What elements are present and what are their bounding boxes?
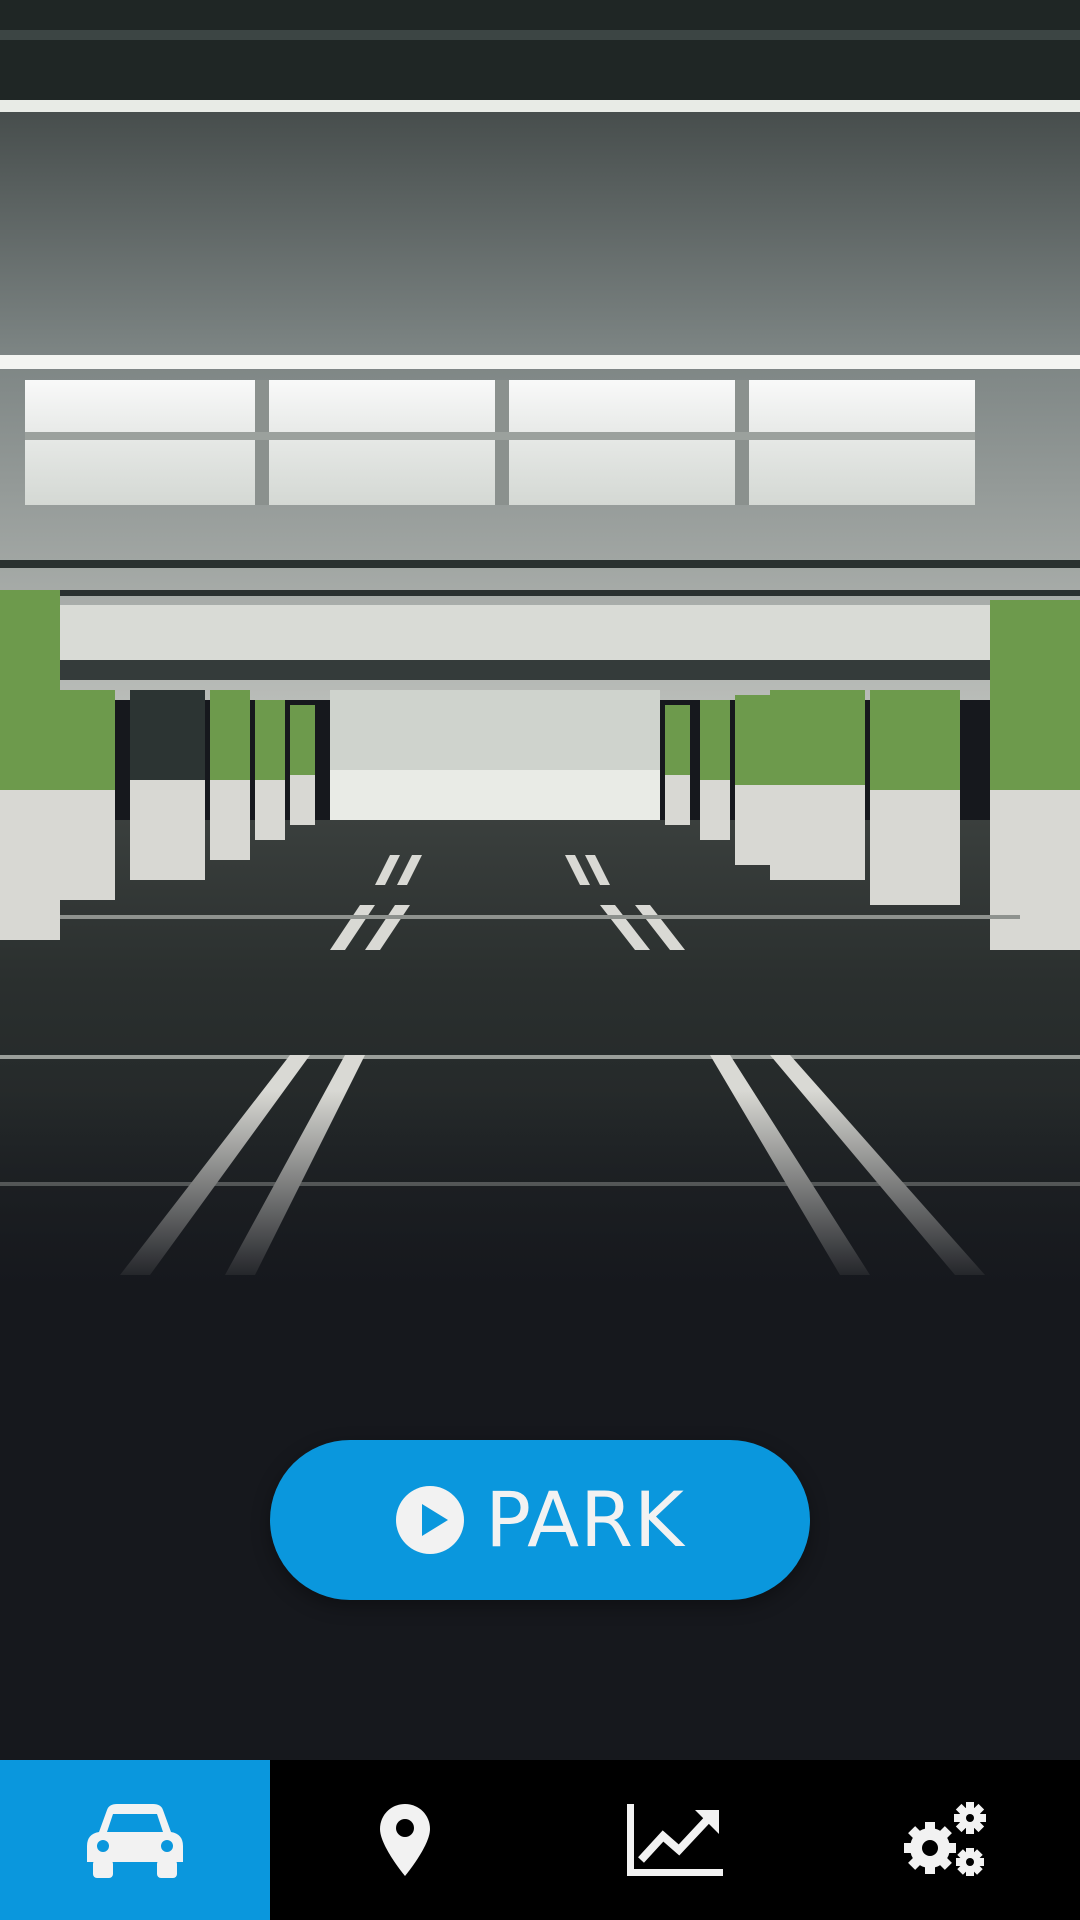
play-circle-icon	[395, 1485, 465, 1555]
park-button-label: PARK	[485, 1475, 685, 1564]
tab-settings[interactable]	[810, 1760, 1080, 1920]
tab-location[interactable]	[270, 1760, 540, 1920]
tab-stats[interactable]	[540, 1760, 810, 1920]
bottom-tab-bar	[0, 1760, 1080, 1920]
car-icon	[87, 1802, 183, 1878]
app-screen: PARK	[0, 0, 1080, 1920]
map-marker-icon	[380, 1804, 430, 1876]
gears-icon	[900, 1800, 990, 1880]
tab-car[interactable]	[0, 1760, 270, 1920]
parking-garage-photo	[0, 0, 1080, 1290]
line-chart-icon	[627, 1804, 723, 1876]
park-button[interactable]: PARK	[270, 1440, 810, 1600]
